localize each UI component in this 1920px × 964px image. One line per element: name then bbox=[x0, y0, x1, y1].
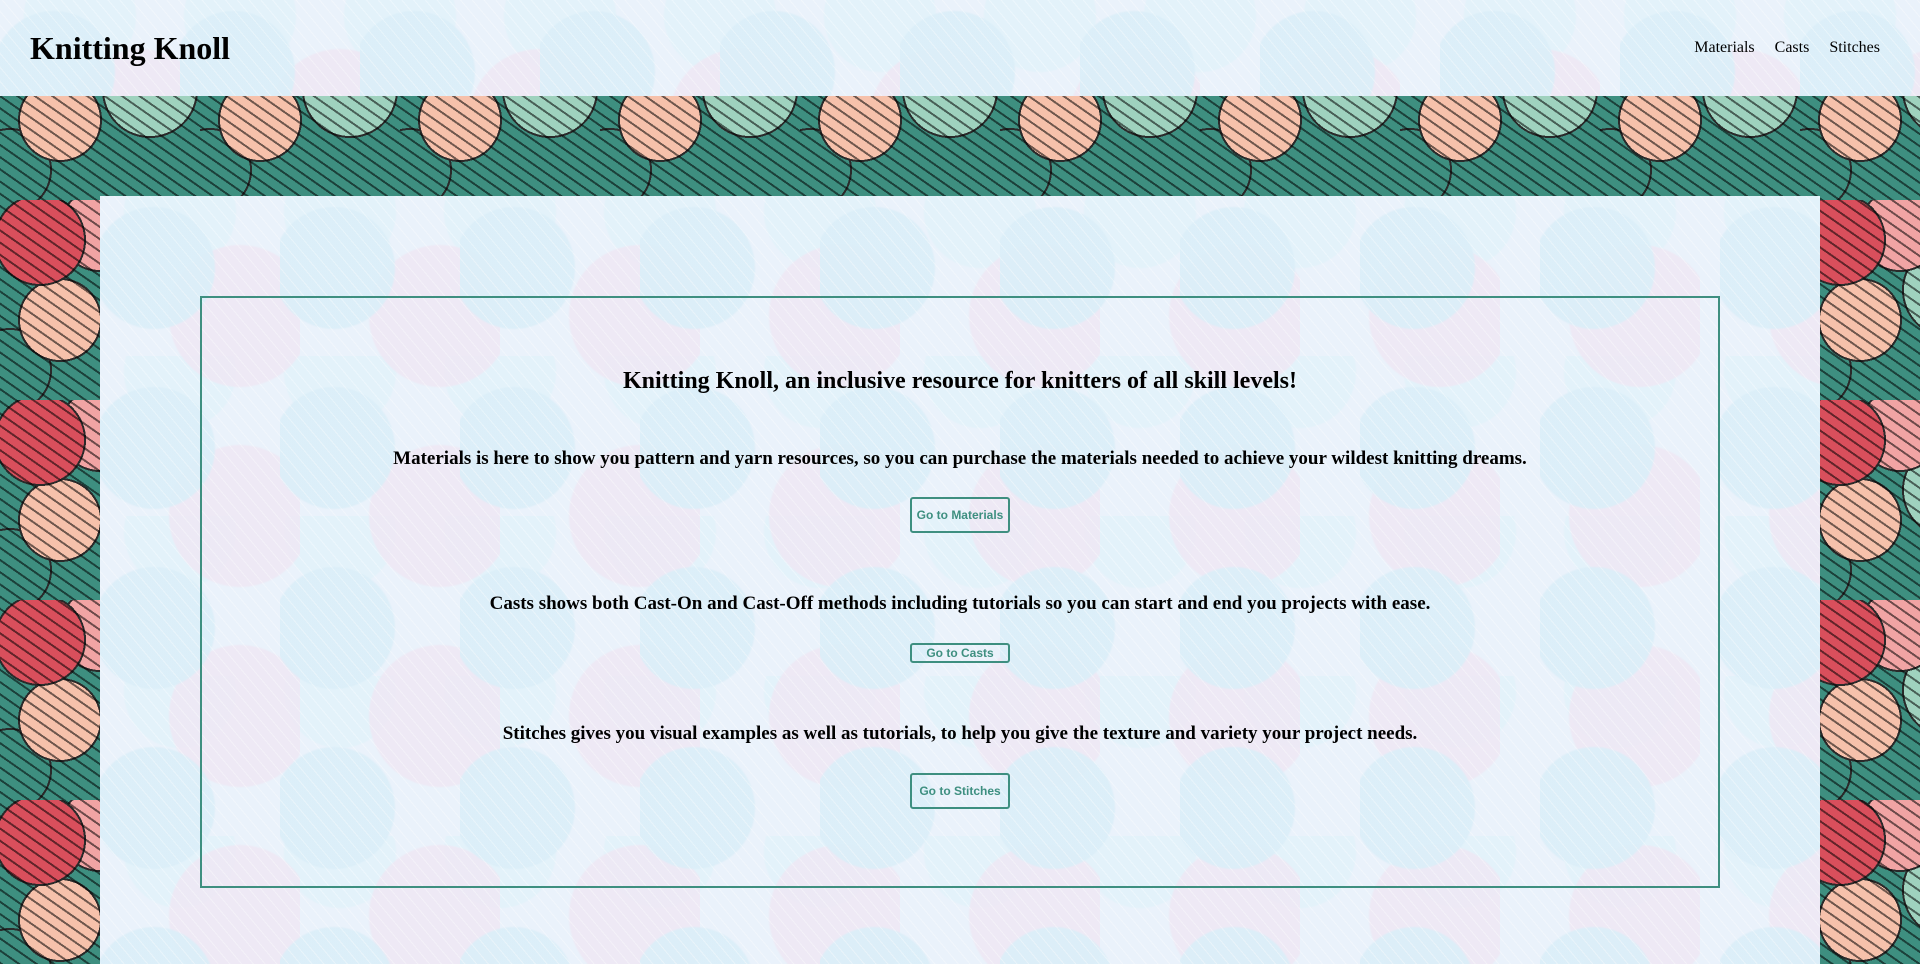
nav-link-materials[interactable]: Materials bbox=[1694, 39, 1754, 57]
page-headline: Knitting Knoll, an inclusive resource fo… bbox=[622, 368, 1297, 394]
site-header: Knitting Knoll Materials Casts Stitches bbox=[0, 0, 1920, 96]
nav-link-casts[interactable]: Casts bbox=[1775, 39, 1810, 57]
stitches-description: Stitches gives you visual examples as we… bbox=[502, 723, 1418, 744]
nav-link-stitches[interactable]: Stitches bbox=[1829, 39, 1880, 57]
go-to-materials-button[interactable]: Go to Materials bbox=[910, 497, 1010, 533]
casts-description: Casts shows both Cast-On and Cast-Off me… bbox=[489, 593, 1431, 614]
go-to-casts-button[interactable]: Go to Casts bbox=[910, 643, 1010, 663]
go-to-stitches-button[interactable]: Go to Stitches bbox=[910, 773, 1010, 809]
top-nav: Materials Casts Stitches bbox=[1694, 39, 1880, 57]
intro-box: Knitting Knoll, an inclusive resource fo… bbox=[200, 296, 1720, 888]
content-panel: Knitting Knoll, an inclusive resource fo… bbox=[100, 196, 1820, 964]
site-title: Knitting Knoll bbox=[30, 29, 231, 66]
materials-description: Materials is here to show you pattern an… bbox=[393, 448, 1527, 469]
